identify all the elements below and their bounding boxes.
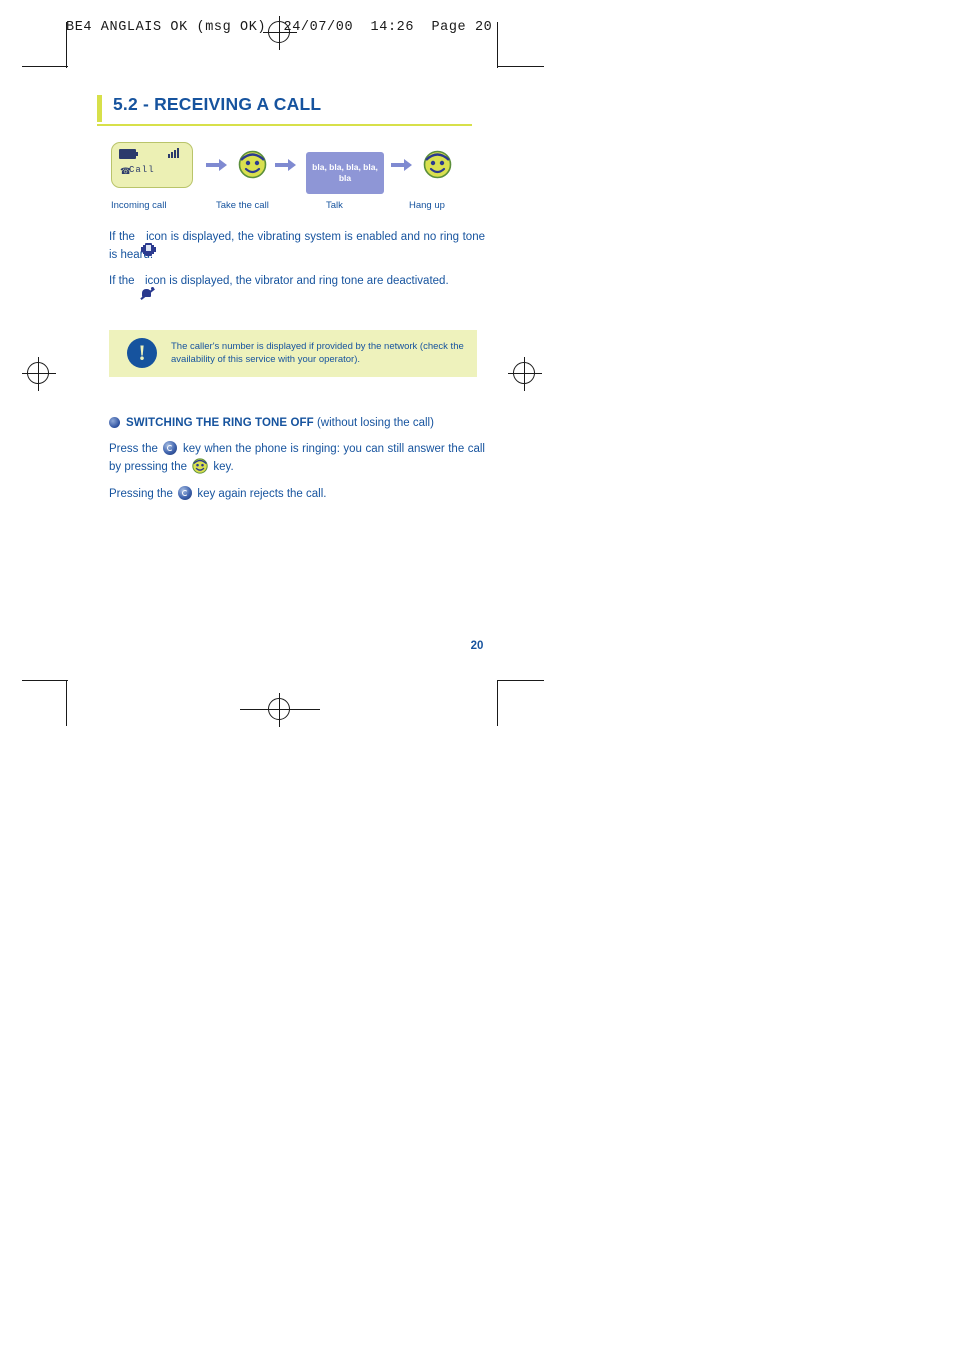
paragraph-press-key: Press the key when the phone is ringing:… [109,440,485,476]
paragraph-vibrate: If the icon is displayed, the vibrating … [109,228,485,264]
crop-mark-top-right-h [498,66,544,67]
exclamation-icon: ! [127,338,157,368]
paragraph-mute-after: icon is displayed, the vibrator and ring… [144,275,449,287]
registration-mark-bottom [263,693,297,727]
hang-up-key-icon-2 [178,486,193,500]
bullet-icon [109,417,120,428]
caption-hang-up: Hang up [409,200,445,211]
title-accent-bar [97,95,102,122]
phone-screen-graphic: ☎ Call [111,142,193,188]
arrow-icon-3 [391,158,413,172]
registration-mark-left [22,357,56,391]
arrow-icon-1 [206,158,228,172]
smiley-answer-key-icon [192,458,208,474]
battery-icon [119,149,138,159]
paragraph-mute: If the icon is displayed, the vibrator a… [109,272,485,300]
note-box: ! The caller's number is displayed if pr… [109,330,477,377]
reject-call-text-b: key again rejects the call. [197,488,327,500]
arrow-icon-2 [275,158,297,172]
note-text: The caller's number is displayed if prov… [171,341,464,365]
caption-talk: Talk [326,200,343,211]
smiley-hang-up-icon [423,150,452,179]
subsection-heading-normal: (without losing the call) [316,417,434,429]
page-title: 5.2 - RECEIVING A CALL [113,94,322,114]
phone-screen-label: Call [129,165,155,175]
paragraph-vibrate-before: If the [109,231,135,243]
crop-mark-top-right-v [497,22,498,68]
press-key-text-c: key. [213,461,234,473]
talk-bubble: bla, bla, bla, bla, bla [306,152,384,194]
caption-take-the-call: Take the call [216,200,269,211]
paragraph-mute-before: If the [109,275,135,287]
crop-mark-bottom-right-h [498,680,544,681]
hang-up-key-icon-1 [163,441,178,455]
reject-call-text-a: Pressing the [109,488,173,500]
print-header-line: BE4 ANGLAIS OK (msg OK) 24/07/00 14:26 P… [66,20,493,35]
registration-rule-bottom [240,709,320,710]
call-sequence-diagram: ☎ Call bla, bla, bla, bla, bla Incoming … [111,142,491,214]
caption-incoming-call: Incoming call [111,200,167,211]
smiley-take-call-icon [238,150,267,179]
subsection-heading: SWITCHING THE RING TONE OFF (without los… [109,417,434,429]
paragraph-vibrate-after: icon is displayed, the vibrating system … [109,231,485,261]
signal-icon [168,148,184,158]
crop-mark-bottom-right-v [497,680,498,726]
page-number: 20 [470,640,484,652]
title-underline [97,124,472,126]
paragraph-reject-call: Pressing the key again rejects the call. [109,485,485,503]
crop-mark-bottom-left-v [66,680,67,726]
press-key-text-a: Press the [109,443,158,455]
section-title-block: 5.2 - RECEIVING A CALL [97,94,489,129]
subsection-heading-strong: SWITCHING THE RING TONE OFF [126,417,314,429]
crop-mark-bottom-left-h [22,680,68,681]
registration-mark-right [508,357,542,391]
page-content: 5.2 - RECEIVING A CALL ☎ Call bla, bla, … [97,94,489,500]
crop-mark-top-left-h [22,66,68,67]
